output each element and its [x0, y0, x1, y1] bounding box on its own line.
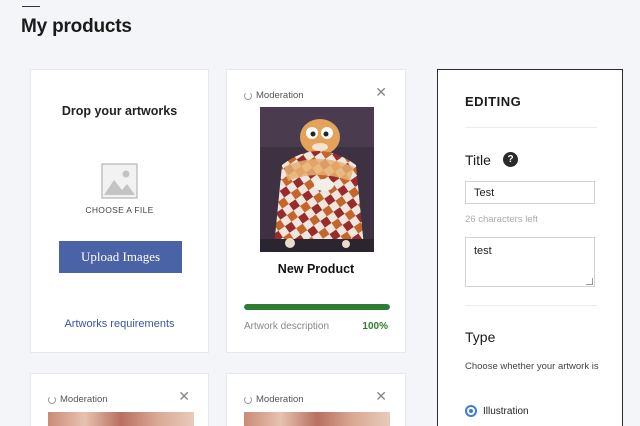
artworks-requirements-link[interactable]: Artworks requirements	[31, 318, 208, 330]
product-card[interactable]: Moderation ✕	[226, 373, 406, 426]
description-textarea[interactable]: test	[465, 237, 595, 287]
page-title: My products	[21, 16, 132, 37]
header-rule	[22, 6, 40, 7]
progress-label: Artwork description	[244, 321, 330, 332]
progress-bar	[244, 304, 390, 310]
help-icon[interactable]: ?	[503, 152, 518, 167]
progress-percent: 100%	[362, 321, 388, 332]
type-label: Type	[465, 329, 496, 345]
artwork-thumbnail[interactable]	[244, 412, 390, 426]
status-label: Moderation	[256, 394, 304, 405]
close-icon[interactable]: ✕	[375, 389, 387, 403]
resize-handle[interactable]	[586, 278, 593, 285]
spinner-icon	[244, 91, 252, 100]
editing-heading: EDITING	[465, 94, 522, 109]
product-card[interactable]: Moderation ✕ New Product Artwork descrip…	[226, 69, 406, 353]
status-label: Moderation	[60, 394, 108, 405]
drop-zone-card[interactable]: Drop your artworks CHOOSE A FILE Upload …	[30, 69, 209, 353]
moderation-status: Moderation	[244, 90, 304, 101]
moderation-status: Moderation	[244, 394, 304, 405]
divider	[465, 305, 597, 306]
editing-panel: EDITING Title ? 26 characters left test …	[437, 69, 623, 426]
choose-file-label[interactable]: CHOOSE A FILE	[31, 205, 208, 215]
type-option-label: Illustration	[483, 405, 529, 417]
moderation-status: Moderation	[48, 394, 108, 405]
close-icon[interactable]: ✕	[178, 389, 190, 403]
progress-fill	[244, 304, 390, 310]
close-icon[interactable]: ✕	[375, 85, 387, 99]
divider	[465, 127, 597, 128]
spinner-icon	[244, 395, 252, 404]
product-name: New Product	[277, 262, 355, 276]
drop-zone-title: Drop your artworks	[61, 104, 178, 118]
type-option-illustration[interactable]: Illustration	[465, 405, 529, 417]
characters-left: 26 characters left	[465, 214, 538, 225]
title-input[interactable]	[465, 181, 595, 204]
product-card[interactable]: Moderation ✕	[30, 373, 209, 426]
type-help-text: Choose whether your artwork is	[465, 361, 599, 372]
radio-selected-icon[interactable]	[465, 405, 477, 417]
upload-images-button[interactable]: Upload Images	[59, 241, 182, 273]
status-label: Moderation	[256, 90, 304, 101]
artwork-thumbnail[interactable]	[260, 107, 374, 252]
image-placeholder-icon	[101, 163, 138, 199]
spinner-icon	[48, 395, 56, 404]
artwork-thumbnail[interactable]	[48, 412, 194, 426]
title-label: Title	[465, 152, 491, 168]
